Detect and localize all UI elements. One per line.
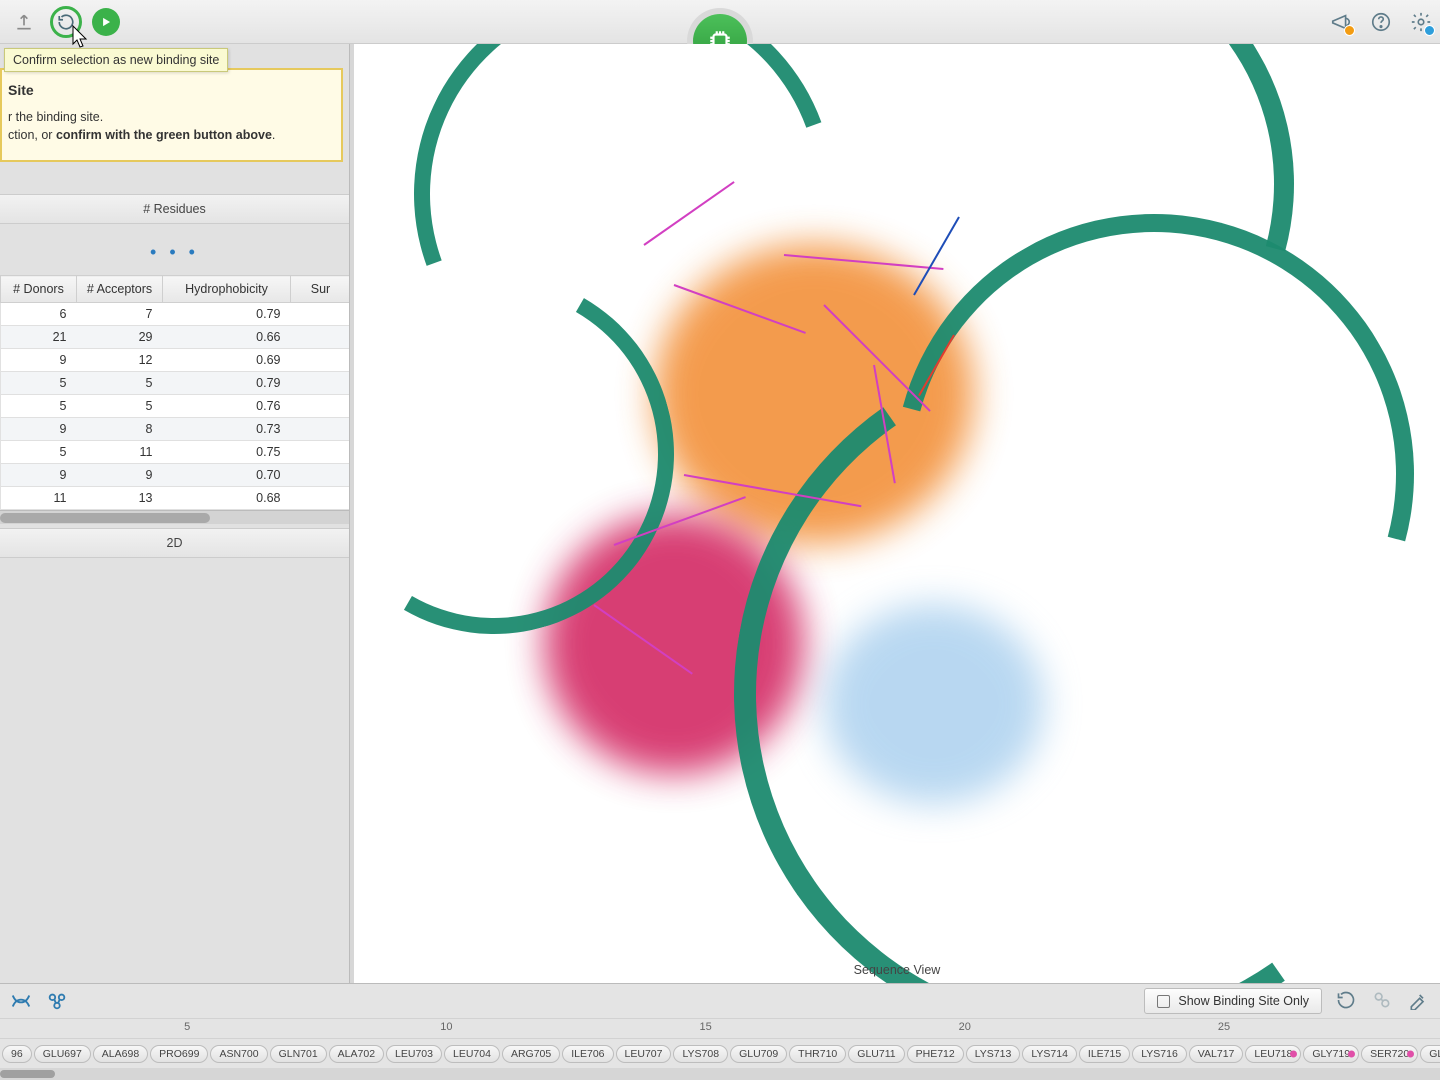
- structure-viewer[interactable]: Sequence View: [350, 44, 1440, 983]
- ruler-tick: 5: [184, 1021, 190, 1033]
- residue-chip[interactable]: ILE715: [1079, 1045, 1130, 1063]
- residue-chip[interactable]: ASN700: [210, 1045, 267, 1063]
- residue-chip[interactable]: GLN701: [270, 1045, 327, 1063]
- hint-line2: ction, or confirm with the green button …: [8, 126, 331, 144]
- ruler-tick: 10: [440, 1021, 452, 1033]
- upload-button[interactable]: [8, 6, 40, 38]
- sequence-ruler: 5 10 15 20 25: [0, 1018, 1440, 1038]
- residue-chip[interactable]: GLY719: [1303, 1045, 1359, 1063]
- col-donors[interactable]: # Donors: [1, 276, 77, 303]
- top-toolbar: Confirm selection as new binding site: [0, 0, 1440, 44]
- confirm-button[interactable]: [92, 8, 120, 36]
- settings-icon[interactable]: [1410, 11, 1432, 33]
- table-row[interactable]: 5110.75: [1, 441, 350, 464]
- sequence-caption: Sequence View: [354, 957, 1440, 983]
- help-icon[interactable]: [1370, 11, 1392, 33]
- seq-reset-icon[interactable]: [1336, 990, 1358, 1012]
- show-binding-site-toggle[interactable]: Show Binding Site Only: [1144, 988, 1322, 1014]
- table-hscroll[interactable]: [0, 510, 349, 524]
- residue-chip[interactable]: GLY721: [1420, 1045, 1440, 1063]
- table-row[interactable]: 11130.68: [1, 487, 350, 510]
- residue-chip[interactable]: LYS713: [966, 1045, 1021, 1063]
- col-acceptors[interactable]: # Acceptors: [77, 276, 163, 303]
- confirm-tooltip: Confirm selection as new binding site: [4, 48, 228, 72]
- hint-title: Site: [8, 82, 331, 98]
- sequence-hscroll[interactable]: [0, 1068, 1440, 1080]
- residue-chip[interactable]: ILE706: [562, 1045, 613, 1063]
- table-row[interactable]: 980.73: [1, 418, 350, 441]
- col-surface[interactable]: Sur: [291, 276, 350, 303]
- chain-icon[interactable]: [10, 990, 32, 1012]
- seq-color-icon[interactable]: [1408, 990, 1430, 1012]
- residue-chip[interactable]: GLU709: [730, 1045, 787, 1063]
- residue-chip[interactable]: THR710: [789, 1045, 846, 1063]
- hint-box: Site r the binding site. ction, or confi…: [0, 68, 343, 162]
- residue-chip[interactable]: PRO699: [150, 1045, 208, 1063]
- residue-chip[interactable]: LEU704: [444, 1045, 500, 1063]
- residue-chip[interactable]: 96: [2, 1045, 32, 1063]
- residues-header[interactable]: # Residues: [0, 194, 349, 224]
- ruler-tick: 15: [699, 1021, 711, 1033]
- seq-link-icon: [1372, 990, 1394, 1012]
- table-row[interactable]: 550.76: [1, 395, 350, 418]
- sequence-panel: Show Binding Site Only 5 10 15 20 25 96GLU69…: [0, 983, 1440, 1080]
- residue-icon[interactable]: [46, 990, 68, 1012]
- col-hydrophobicity[interactable]: Hydrophobicity: [163, 276, 291, 303]
- announcements-icon[interactable]: [1330, 11, 1352, 33]
- settings-badge: [1424, 25, 1435, 36]
- notification-badge: [1344, 25, 1355, 36]
- table-row[interactable]: 21290.66: [1, 326, 350, 349]
- residue-chip[interactable]: LEU718: [1245, 1045, 1301, 1063]
- checkbox-icon: [1157, 995, 1170, 1008]
- ruler-tick: 20: [959, 1021, 971, 1033]
- pocket-table[interactable]: # Donors # Acceptors Hydrophobicity Sur …: [0, 275, 349, 524]
- residue-chip[interactable]: ARG705: [502, 1045, 560, 1063]
- residue-chip[interactable]: PHE712: [907, 1045, 964, 1063]
- residue-chip[interactable]: VAL717: [1189, 1045, 1244, 1063]
- residue-chip[interactable]: GLU697: [34, 1045, 91, 1063]
- table-row[interactable]: 670.79: [1, 303, 350, 326]
- residue-chip[interactable]: SER720: [1361, 1045, 1418, 1063]
- residue-chip[interactable]: GLU711: [848, 1045, 904, 1063]
- hint-line1: r the binding site.: [8, 108, 331, 126]
- residue-chip[interactable]: ALA702: [329, 1045, 384, 1063]
- loading-dots: • • •: [0, 224, 349, 275]
- table-row[interactable]: 550.79: [1, 372, 350, 395]
- sequence-chips[interactable]: 96GLU697ALA698PRO699ASN700GLN701ALA702LE…: [0, 1038, 1440, 1068]
- left-panel: Site r the binding site. ction, or confi…: [0, 44, 350, 983]
- toggle-label: Show Binding Site Only: [1178, 994, 1309, 1008]
- residue-chip[interactable]: LYS708: [673, 1045, 728, 1063]
- residue-chip[interactable]: ALA698: [93, 1045, 148, 1063]
- ruler-tick: 25: [1218, 1021, 1230, 1033]
- table-row[interactable]: 990.70: [1, 464, 350, 487]
- residue-chip[interactable]: LEU703: [386, 1045, 442, 1063]
- mouse-cursor: [72, 25, 90, 49]
- residue-chip[interactable]: LYS716: [1132, 1045, 1187, 1063]
- 2d-tab[interactable]: 2D: [0, 528, 349, 558]
- residue-chip[interactable]: LEU707: [616, 1045, 672, 1063]
- table-row[interactable]: 9120.69: [1, 349, 350, 372]
- residue-chip[interactable]: LYS714: [1022, 1045, 1077, 1063]
